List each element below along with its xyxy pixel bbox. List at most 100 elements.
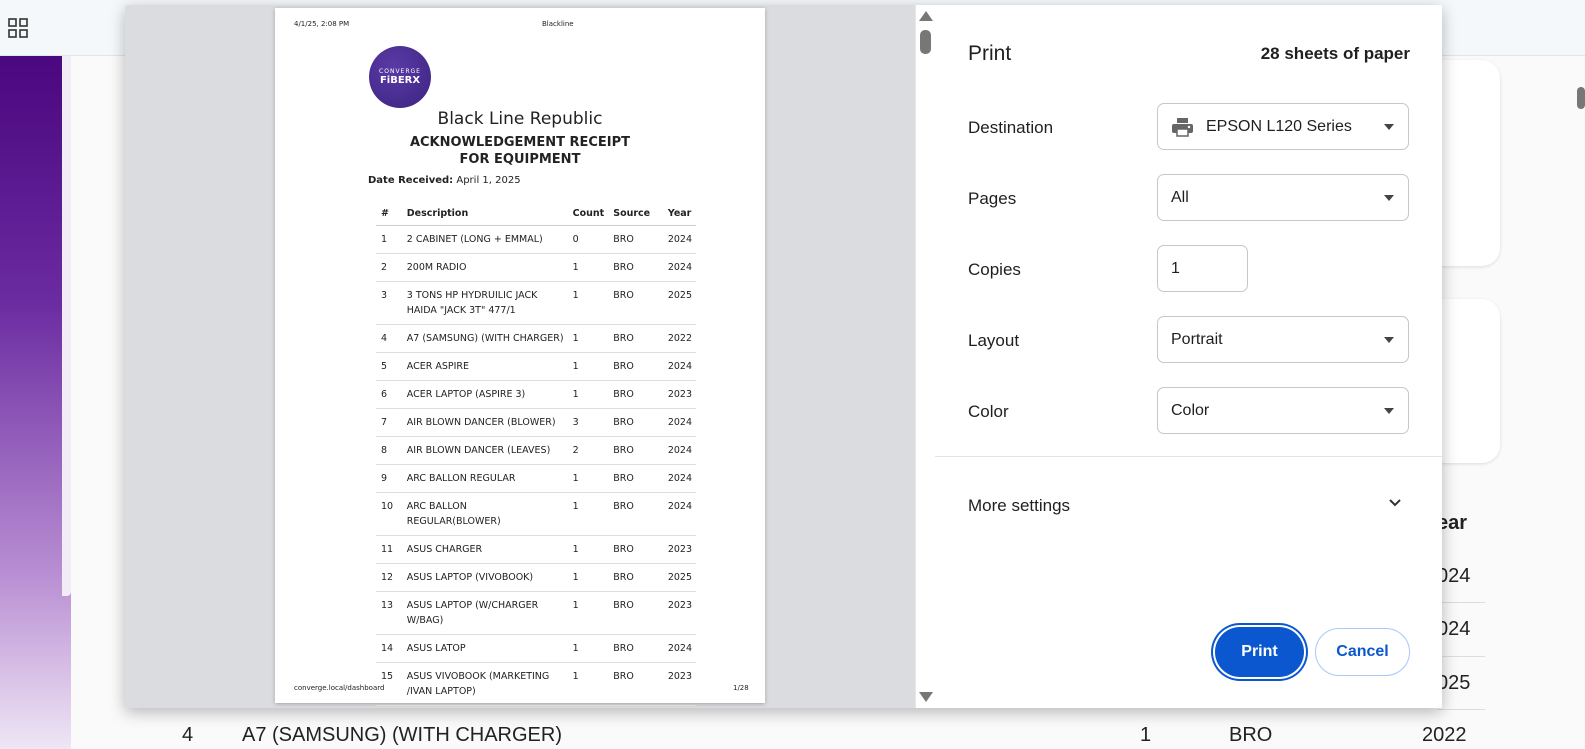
column-header: Description — [401, 204, 568, 226]
page-scrollbar-thumb[interactable] — [1577, 87, 1585, 109]
row-source: BRO — [608, 535, 663, 564]
row-count: 1 — [567, 281, 609, 325]
cancel-button[interactable]: Cancel — [1315, 628, 1410, 676]
print-button[interactable]: Print — [1215, 627, 1304, 677]
row-source: BRO — [608, 225, 663, 254]
row-year: 2023 — [662, 380, 696, 409]
destination-value: EPSON L120 Series — [1206, 117, 1352, 135]
table-cell-year: 025 — [1437, 672, 1471, 694]
color-select[interactable]: Color — [1157, 387, 1409, 434]
table-row: 12 CABINET (LONG + EMMAL) 0 BRO 2024 — [376, 225, 696, 254]
row-divider — [1437, 709, 1485, 710]
row-count: 1 — [567, 253, 609, 282]
row-year: 2024 — [662, 464, 696, 493]
page-footer-url: converge.local/dashboard — [294, 684, 385, 692]
scroll-up-icon[interactable] — [919, 11, 933, 21]
row-description: ASUS VIVOBOOK (MARKETING /IVAN LAPTOP) — [401, 662, 568, 706]
row-description: A7 (SAMSUNG) (WITH CHARGER) — [401, 324, 568, 353]
column-header: Year — [662, 204, 696, 226]
row-description: ASUS LAPTOP (W/CHARGER W/BAG) — [401, 591, 568, 635]
page-header-title: Blackline — [542, 20, 574, 28]
table-row: 4 A7 (SAMSUNG) (WITH CHARGER) 1 BRO 2022 — [376, 324, 696, 353]
table-row: 10 ARC BALLON REGULAR(BLOWER) 1 BRO 2024 — [376, 492, 696, 536]
row-count: 1 — [1140, 724, 1152, 746]
row-source: BRO — [1229, 724, 1273, 746]
date-value: April 1, 2025 — [456, 175, 521, 186]
app-sidebar — [0, 56, 71, 749]
row-year: 2023 — [662, 662, 696, 706]
table-row: 12 ASUS LAPTOP (VIVOBOOK) 1 BRO 2025 — [376, 563, 696, 592]
dialog-title: Print — [968, 42, 1012, 65]
company-logo: CONVERGE FiBERX — [369, 46, 431, 108]
copies-input[interactable]: 1 — [1157, 245, 1248, 292]
sheet-count: 28 sheets of paper — [1260, 44, 1410, 63]
row-year: 2024 — [662, 436, 696, 465]
row-count: 1 — [567, 535, 609, 564]
dropdown-arrow-icon — [1384, 337, 1394, 343]
table-row: 2 200M RADIO 1 BRO 2024 — [376, 253, 696, 282]
row-number: 13 — [376, 591, 402, 635]
row-number: 3 — [376, 281, 402, 325]
dropdown-arrow-icon — [1384, 408, 1394, 414]
column-header: Count — [567, 204, 609, 226]
row-description: ASUS LAPTOP (VIVOBOOK) — [401, 563, 568, 592]
logo-top-text: CONVERGE — [379, 68, 421, 75]
color-value: Color — [1171, 401, 1210, 419]
destination-select[interactable]: EPSON L120 Series — [1157, 103, 1409, 150]
row-year: 2023 — [662, 535, 696, 564]
row-count: 2 — [567, 436, 609, 465]
row-source: BRO — [608, 253, 663, 282]
row-count: 0 — [567, 225, 609, 254]
preview-scrollbar-thumb[interactable] — [920, 30, 931, 54]
pages-select[interactable]: All — [1157, 174, 1409, 221]
row-number: 14 — [376, 634, 402, 663]
row-count: 3 — [567, 408, 609, 437]
row-count: 1 — [567, 591, 609, 635]
row-divider — [1437, 656, 1485, 657]
layout-select[interactable]: Portrait — [1157, 316, 1409, 363]
row-year: 2025 — [662, 281, 696, 325]
preview-scrollbar[interactable] — [915, 5, 935, 708]
row-source: BRO — [608, 352, 663, 381]
table-row: 15 ASUS VIVOBOOK (MARKETING /IVAN LAPTOP)… — [376, 662, 696, 706]
chevron-down-icon[interactable] — [1388, 496, 1402, 510]
table-row: 6 ACER LAPTOP (ASPIRE 3) 1 BRO 2023 — [376, 380, 696, 409]
pages-value: All — [1171, 188, 1189, 206]
row-number: 8 — [376, 436, 402, 465]
scroll-down-icon[interactable] — [919, 692, 933, 702]
date-label: Date Received: — [368, 175, 454, 186]
row-description: 200M RADIO — [401, 253, 568, 282]
row-number: 9 — [376, 464, 402, 493]
settings-divider — [935, 456, 1442, 457]
row-description: ARC BALLON REGULAR(BLOWER) — [401, 492, 568, 536]
row-year: 2022 — [1422, 724, 1467, 746]
row-source: BRO — [608, 281, 663, 325]
row-description: ARC BALLON REGULAR — [401, 464, 568, 493]
row-number: 4 — [182, 724, 194, 746]
row-year: 2022 — [662, 324, 696, 353]
row-year: 2024 — [662, 253, 696, 282]
row-divider — [1437, 602, 1485, 603]
row-number: 7 — [376, 408, 402, 437]
row-description: A7 (SAMSUNG) (WITH CHARGER) — [242, 724, 562, 746]
row-source: BRO — [608, 464, 663, 493]
row-number: 5 — [376, 352, 402, 381]
row-source: BRO — [608, 662, 663, 706]
more-settings-toggle[interactable]: More settings — [968, 496, 1070, 516]
row-year: 2023 — [662, 591, 696, 635]
row-source: BRO — [608, 408, 663, 437]
row-source: BRO — [608, 380, 663, 409]
table-row: 9 ARC BALLON REGULAR 1 BRO 2024 — [376, 464, 696, 493]
table-row: 7 AIR BLOWN DANCER (BLOWER) 3 BRO 2024 — [376, 408, 696, 437]
table-cell-year: 024 — [1437, 618, 1471, 640]
row-year: 2024 — [662, 225, 696, 254]
row-count: 1 — [567, 380, 609, 409]
row-count: 1 — [567, 634, 609, 663]
print-dialog: 4/1/25, 2:08 PM Blackline CONVERGE FiBER… — [125, 5, 1442, 708]
row-description: 2 CABINET (LONG + EMMAL) — [401, 225, 568, 254]
table-row: 11 ASUS CHARGER 1 BRO 2023 — [376, 535, 696, 564]
row-description: ACER LAPTOP (ASPIRE 3) — [401, 380, 568, 409]
date-received: Date Received: April 1, 2025 — [368, 175, 521, 186]
apps-grid-icon[interactable] — [8, 18, 29, 39]
row-description: ACER ASPIRE — [401, 352, 568, 381]
